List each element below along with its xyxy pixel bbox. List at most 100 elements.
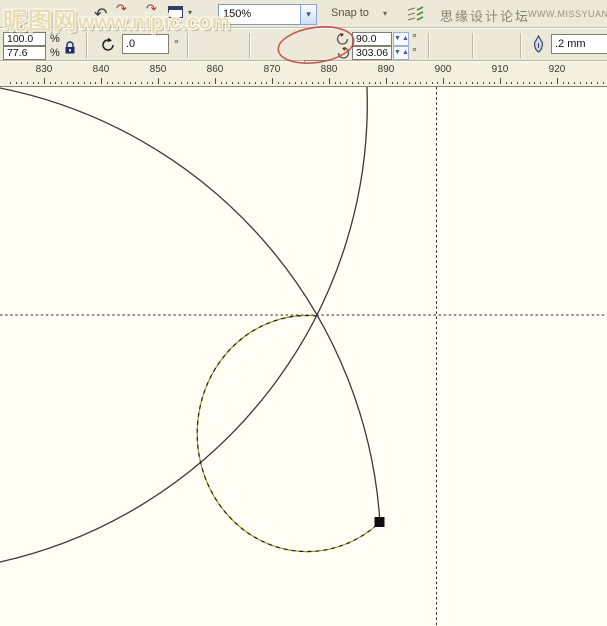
ruler-minor-tick	[266, 82, 268, 84]
ruler-minor-tick	[277, 82, 279, 84]
arc-end-angle-input[interactable]	[352, 46, 392, 60]
curve-left[interactable]	[0, 87, 381, 524]
separator	[472, 33, 474, 58]
ruler-minor-tick	[169, 82, 171, 84]
ruler-minor-tick	[448, 82, 450, 84]
curve-right[interactable]	[0, 86, 368, 563]
watermark-missyuan-name: 思缘设计论坛	[440, 9, 531, 24]
ruler-label: 840	[92, 64, 110, 75]
ruler-minor-tick	[574, 82, 576, 84]
ruler-minor-tick	[408, 82, 410, 84]
watermark-missyuan-url: WWW.MISSYUAN.COM	[528, 9, 607, 19]
ruler-minor-tick	[551, 82, 553, 84]
ruler-minor-tick	[454, 82, 456, 84]
arc-end-node-handle[interactable]	[374, 517, 385, 527]
ruler-minor-tick	[72, 82, 74, 84]
ruler-label: 850	[149, 64, 167, 75]
ruler-minor-tick	[488, 82, 490, 84]
ruler-minor-tick	[38, 82, 40, 84]
arc-start-angle-input[interactable]	[352, 32, 392, 46]
ruler-minor-tick	[192, 82, 194, 84]
snap-to-button[interactable]: Snap to	[331, 7, 369, 19]
zoom-level-combobox[interactable]: 150%	[218, 4, 301, 25]
outline-width-input[interactable]	[551, 34, 607, 54]
ruler-minor-tick	[517, 82, 519, 84]
ruler-minor-tick	[596, 82, 598, 84]
ruler-minor-tick	[209, 82, 211, 84]
object-scale-v-input[interactable]	[3, 46, 46, 60]
import-icon[interactable]: ↷	[146, 1, 157, 17]
ruler-label: 830	[35, 64, 53, 75]
redo-icon[interactable]: ↷	[116, 1, 127, 17]
ruler-minor-tick	[397, 82, 399, 84]
ruler-minor-tick	[368, 82, 370, 84]
spin-up-icon[interactable]: ▲	[402, 49, 410, 56]
ruler-minor-tick	[180, 82, 182, 84]
ruler-minor-tick	[528, 82, 530, 84]
spin-down-icon[interactable]: ▼	[394, 35, 402, 42]
ruler-major-tick	[443, 78, 444, 84]
ruler-minor-tick	[66, 82, 68, 84]
ruler-minor-tick	[106, 82, 108, 84]
undo-icon[interactable]: ↶	[94, 4, 107, 24]
spin-down-icon[interactable]: ▼	[394, 49, 402, 56]
ruler-major-tick	[44, 78, 45, 84]
ruler-minor-tick	[9, 82, 11, 84]
ruler[interactable]: 830 840 850 860 870 880 890 900 910 920	[0, 62, 607, 87]
ruler-minor-tick	[306, 82, 308, 84]
ruler-label: 920	[548, 64, 566, 75]
arc-start-angle-icon	[336, 33, 349, 45]
ruler-minor-tick	[89, 82, 91, 84]
ruler-minor-tick	[294, 82, 296, 84]
ruler-minor-tick	[26, 82, 28, 84]
ruler-minor-tick	[61, 82, 63, 84]
ruler-minor-tick	[311, 82, 313, 84]
ruler-minor-tick	[579, 82, 581, 84]
zoom-dropdown-button[interactable]: ▾	[300, 4, 317, 25]
ruler-minor-tick	[226, 82, 228, 84]
ruler-minor-tick	[351, 82, 353, 84]
ruler-minor-tick	[482, 82, 484, 84]
snap-settings-icon[interactable]	[406, 5, 426, 23]
end-angle-degree-label: °	[412, 45, 417, 59]
snap-to-dropdown-icon[interactable]: ▾	[383, 9, 387, 18]
ruler-minor-tick	[237, 82, 239, 84]
ruler-minor-tick	[591, 82, 593, 84]
ruler-minor-tick	[140, 82, 142, 84]
ruler-minor-tick	[363, 82, 365, 84]
ruler-minor-tick	[357, 82, 359, 84]
rotation-angle-input[interactable]	[122, 34, 169, 54]
canvas[interactable]: FJ 软件自学网 www.rjzxw.com	[0, 86, 607, 626]
launcher-dropdown-icon[interactable]: ▾	[188, 8, 192, 17]
object-scale-h-input[interactable]	[3, 32, 46, 46]
ruler-minor-tick	[283, 82, 285, 84]
ruler-minor-tick	[465, 82, 467, 84]
separator	[187, 33, 189, 58]
selected-arc[interactable]	[196, 314, 381, 553]
ruler-minor-tick	[380, 82, 382, 84]
ruler-minor-tick	[254, 82, 256, 84]
ruler-label: 880	[320, 64, 338, 75]
ruler-minor-tick	[346, 82, 348, 84]
arc-start-angle-spinner[interactable]: ▼▲	[393, 32, 409, 46]
ruler-minor-tick	[511, 82, 513, 84]
ruler-label: 890	[377, 64, 395, 75]
ruler-minor-tick	[129, 82, 131, 84]
percent-label-v: %	[50, 47, 60, 59]
selected-arc-dash-underlay	[196, 314, 381, 553]
spin-up-icon[interactable]: ▲	[402, 35, 410, 42]
ruler-minor-tick	[118, 82, 120, 84]
arc-end-angle-spinner[interactable]: ▼▲	[393, 46, 409, 60]
ruler-minor-tick	[112, 82, 114, 84]
rotation-icon	[102, 37, 114, 51]
scale-lock-icon[interactable]	[63, 40, 77, 55]
ruler-minor-tick	[152, 82, 154, 84]
ruler-minor-tick	[494, 82, 496, 84]
ruler-minor-tick	[317, 82, 319, 84]
application-launcher-icon[interactable]	[168, 6, 183, 18]
ruler-minor-tick	[545, 82, 547, 84]
standard-toolbar: ↶ ↷ ↷ ▾ 150% ▾ Snap to ▾ 思缘设计论坛 WWW.MISS…	[0, 0, 607, 28]
drawing-area[interactable]	[0, 86, 607, 626]
ruler-minor-tick	[260, 82, 262, 84]
app-window: ↶ ↷ ↷ ▾ 150% ▾ Snap to ▾ 思缘设计论坛 WWW.MISS…	[0, 0, 607, 626]
